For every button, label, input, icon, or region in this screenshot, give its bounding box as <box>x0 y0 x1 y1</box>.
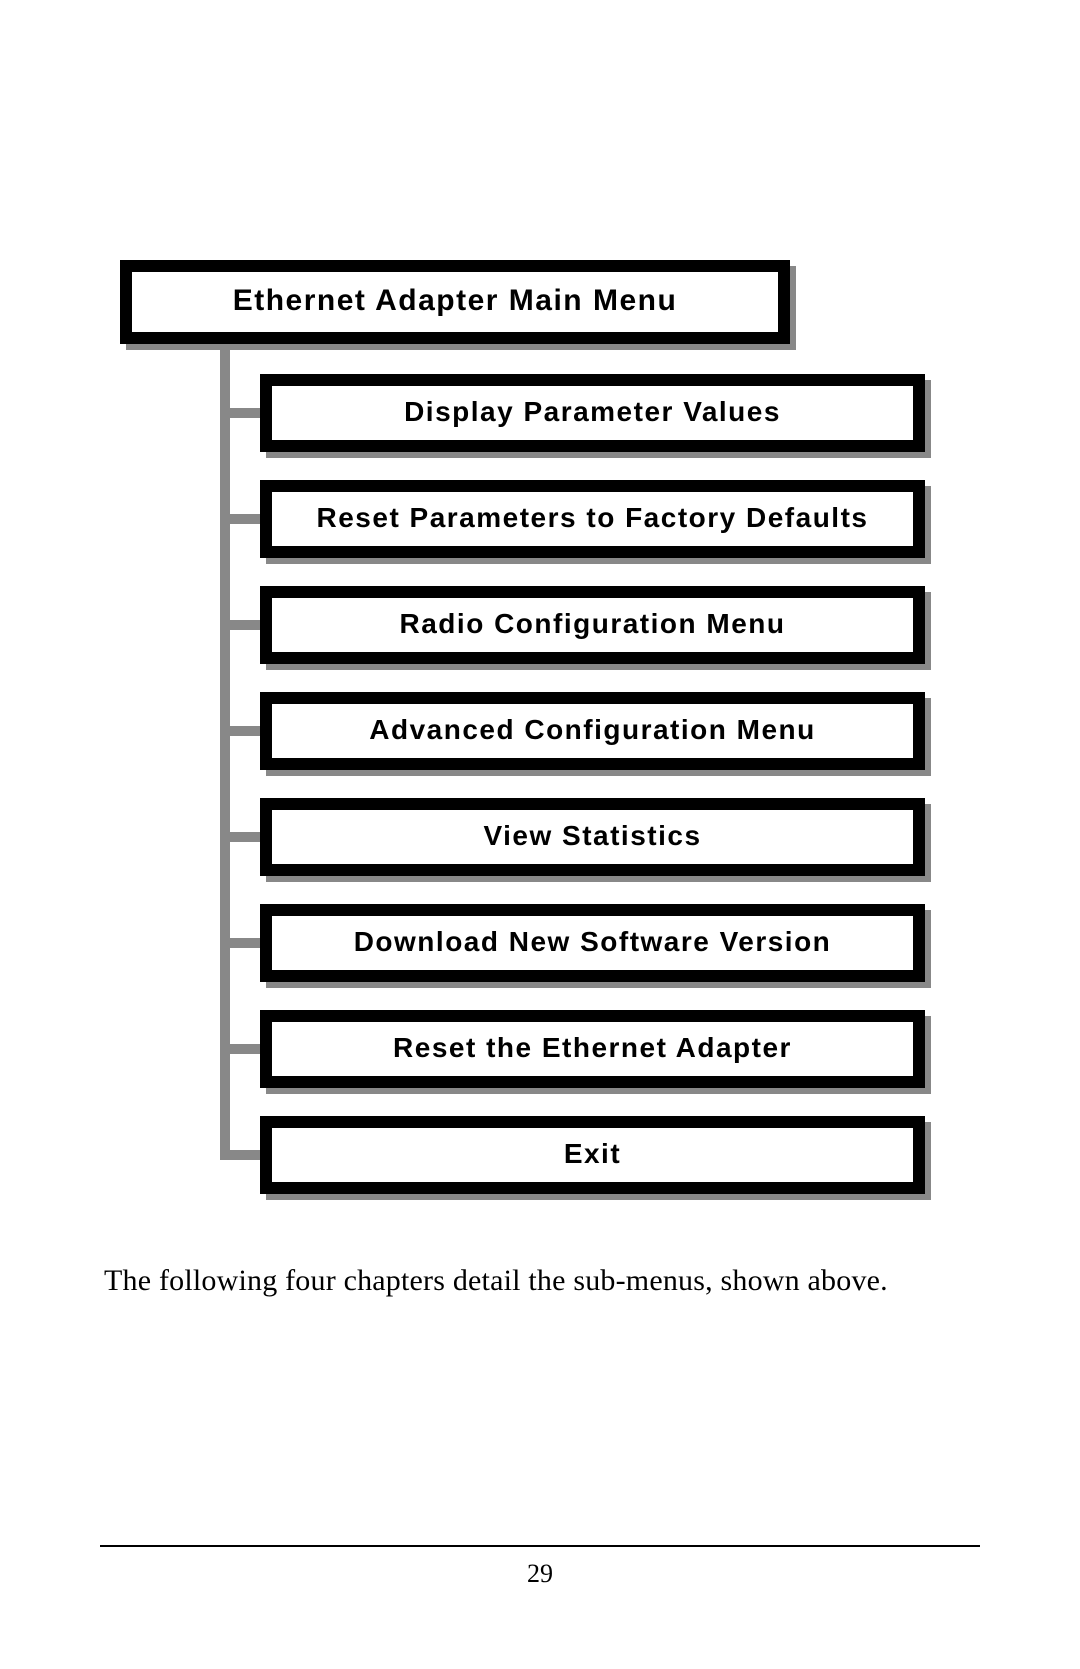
menu-item-label: Reset Parameters to Factory Defaults <box>290 502 895 534</box>
tree-horizontal-connector <box>220 938 260 948</box>
menu-item-row: Download New Software Version <box>220 904 960 982</box>
tree-horizontal-connector <box>220 1044 260 1054</box>
menu-item-label: Reset the Ethernet Adapter <box>290 1032 895 1064</box>
menu-item-box: View Statistics <box>260 798 925 876</box>
menu-item-row: Reset the Ethernet Adapter <box>220 1010 960 1088</box>
menu-item-box: Reset Parameters to Factory Defaults <box>260 480 925 558</box>
footer-rule <box>100 1545 980 1547</box>
menu-item-row: Radio Configuration Menu <box>220 586 960 664</box>
menu-item-box: Advanced Configuration Menu <box>260 692 925 770</box>
tree-horizontal-connector <box>220 408 260 418</box>
menu-item-row: Advanced Configuration Menu <box>220 692 960 770</box>
page-container: Ethernet Adapter Main Menu Display Param… <box>0 0 1080 1669</box>
menu-item-label: Download New Software Version <box>290 926 895 958</box>
menu-item-row: Display Parameter Values <box>220 374 960 452</box>
tree-horizontal-connector <box>220 620 260 630</box>
menu-item-row: View Statistics <box>220 798 960 876</box>
menu-item-box: Display Parameter Values <box>260 374 925 452</box>
body-paragraph: The following four chapters detail the s… <box>104 1264 980 1298</box>
main-menu-title: Ethernet Adapter Main Menu <box>152 284 758 318</box>
menu-item-row: Exit <box>220 1116 960 1194</box>
menu-item-label: Display Parameter Values <box>290 396 895 428</box>
menu-item-box: Exit <box>260 1116 925 1194</box>
menu-tree-diagram: Ethernet Adapter Main Menu Display Param… <box>120 260 960 1194</box>
menu-item-label: Radio Configuration Menu <box>290 608 895 640</box>
menu-item-label: Advanced Configuration Menu <box>290 714 895 746</box>
tree-horizontal-connector <box>220 1150 260 1160</box>
menu-item-box: Download New Software Version <box>260 904 925 982</box>
menu-item-label: View Statistics <box>290 820 895 852</box>
menu-item-box: Reset the Ethernet Adapter <box>260 1010 925 1088</box>
main-menu-box: Ethernet Adapter Main Menu <box>120 260 790 344</box>
menu-item-label: Exit <box>290 1138 895 1170</box>
tree-children: Display Parameter Values Reset Parameter… <box>220 374 960 1194</box>
menu-item-box: Radio Configuration Menu <box>260 586 925 664</box>
menu-item-row: Reset Parameters to Factory Defaults <box>220 480 960 558</box>
tree-horizontal-connector <box>220 832 260 842</box>
tree-horizontal-connector <box>220 514 260 524</box>
tree-horizontal-connector <box>220 726 260 736</box>
page-number: 29 <box>100 1559 980 1589</box>
page-footer: 29 <box>100 1545 980 1589</box>
